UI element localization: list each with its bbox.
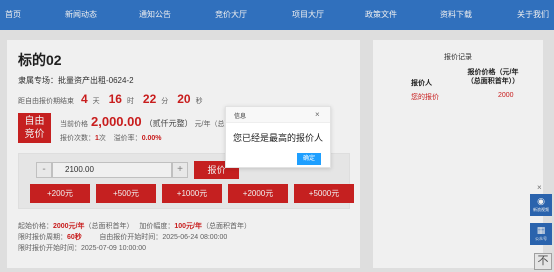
info-dialog: 信息 × 您已经是最高的报价人 确定 [225, 106, 331, 168]
dialog-confirm-button[interactable]: 确定 [297, 153, 321, 165]
close-icon[interactable]: × [315, 110, 320, 119]
dialog-header: 信息 × [226, 107, 330, 123]
dialog-title: 信息 [234, 114, 247, 120]
dialog-message: 您已经是最高的报价人 [233, 133, 324, 143]
